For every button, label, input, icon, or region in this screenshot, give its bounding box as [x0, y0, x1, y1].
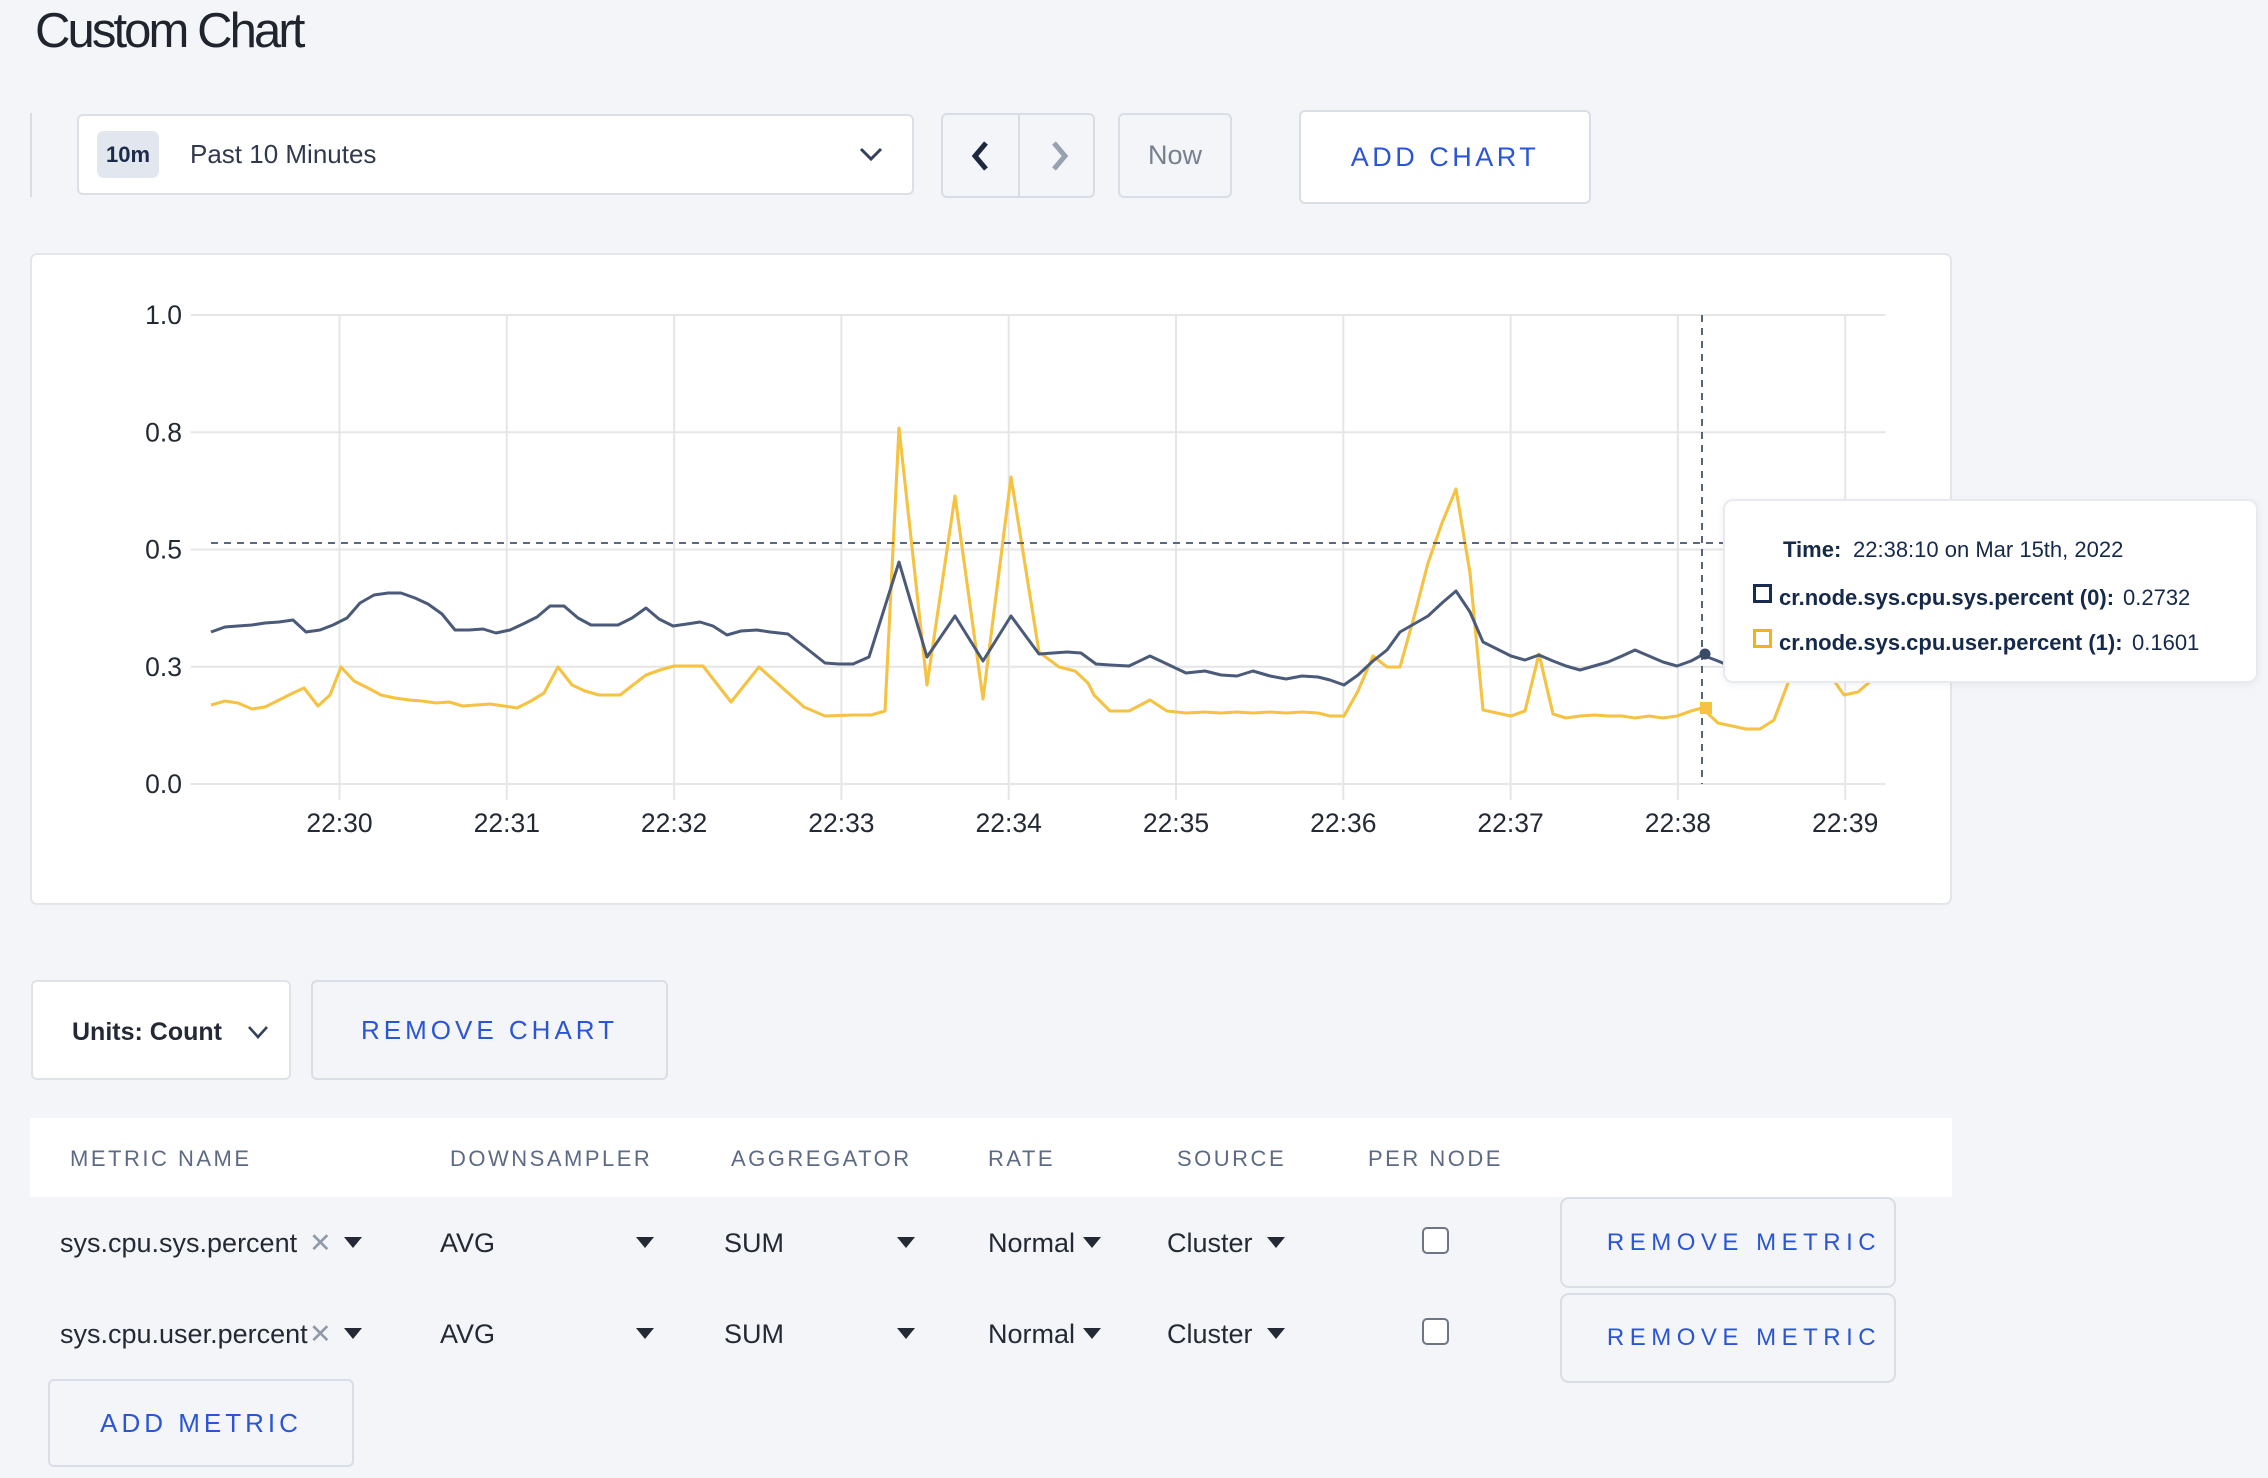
svg-text:0.8: 0.8	[145, 417, 182, 447]
svg-text:0.0: 0.0	[145, 769, 182, 799]
svg-text:22:38: 22:38	[1645, 808, 1711, 838]
svg-text:22:34: 22:34	[976, 808, 1042, 838]
svg-text:0.3: 0.3	[145, 652, 182, 682]
svg-text:22:39: 22:39	[1812, 808, 1878, 838]
svg-text:22:35: 22:35	[1143, 808, 1209, 838]
svg-text:1.0: 1.0	[145, 300, 182, 330]
svg-text:22:37: 22:37	[1477, 808, 1543, 838]
svg-text:22:36: 22:36	[1310, 808, 1376, 838]
svg-text:22:32: 22:32	[641, 808, 707, 838]
svg-text:22:31: 22:31	[474, 808, 540, 838]
svg-text:22:30: 22:30	[306, 808, 372, 838]
svg-text:0.5: 0.5	[145, 535, 182, 565]
svg-text:22:33: 22:33	[808, 808, 874, 838]
